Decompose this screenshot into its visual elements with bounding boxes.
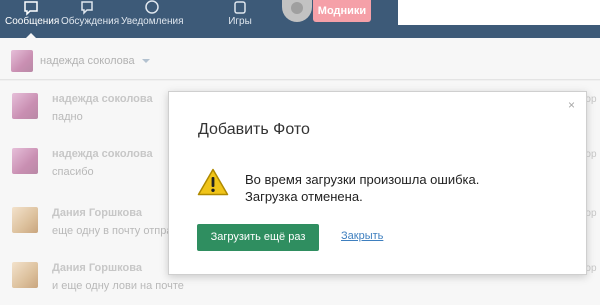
- discussion-icon: [81, 1, 93, 15]
- retry-upload-button[interactable]: Загрузить ещё раз: [197, 224, 319, 251]
- message-author[interactable]: Дания Горшкова: [52, 262, 142, 274]
- message-author[interactable]: надежда соколова: [52, 93, 153, 105]
- bell-icon: [145, 0, 159, 14]
- close-icon[interactable]: ×: [568, 98, 575, 112]
- error-line: Загрузка отменена.: [245, 189, 363, 204]
- message-text: и еще одну лови на почте: [52, 280, 184, 292]
- message-text: спасибо: [52, 166, 94, 178]
- avatar[interactable]: [12, 93, 38, 119]
- avatar[interactable]: [12, 148, 38, 174]
- nav-item-games[interactable]: Игры: [223, 0, 257, 38]
- message-author[interactable]: Дания Горшкова: [52, 207, 142, 219]
- search-area[interactable]: [398, 0, 600, 25]
- dialog-title: Добавить Фото: [198, 121, 310, 138]
- top-navigation: Сообщения Обсуждения Уведомления Игры Мо…: [0, 0, 600, 38]
- nav-item-messages[interactable]: Сообщения: [5, 0, 60, 38]
- nav-item-notifications[interactable]: Уведомления: [121, 0, 184, 38]
- add-photo-dialog: × Добавить Фото Во время загрузки произо…: [168, 91, 587, 275]
- message-text: падно: [52, 111, 83, 123]
- game-avatar[interactable]: [282, 0, 312, 22]
- error-message: Во время загрузки произошла ошибка. Загр…: [245, 171, 479, 205]
- chat-bubble-icon: [24, 1, 38, 16]
- warning-icon: [197, 168, 229, 196]
- nav-label: Обсуждения: [61, 16, 120, 27]
- close-link[interactable]: Закрыть: [341, 230, 383, 242]
- nav-label: Игры: [228, 16, 252, 27]
- gamepad-icon: [234, 1, 246, 14]
- promo-badge[interactable]: Модники: [313, 0, 371, 22]
- avatar[interactable]: [12, 207, 38, 233]
- nav-label: Сообщения: [5, 16, 60, 27]
- chat-partner-name[interactable]: надежда соколова: [40, 55, 135, 67]
- message-author[interactable]: надежда соколова: [52, 148, 153, 160]
- nav-label: Уведомления: [121, 16, 184, 27]
- avatar[interactable]: [11, 50, 33, 72]
- chevron-down-icon[interactable]: [142, 59, 150, 63]
- avatar[interactable]: [12, 262, 38, 288]
- nav-item-discussions[interactable]: Обсуждения: [61, 0, 120, 38]
- error-line: Во время загрузки произошла ошибка.: [245, 172, 480, 187]
- message-text: еще одну в почту отпра: [52, 225, 173, 237]
- chat-header: надежда соколова: [0, 38, 600, 80]
